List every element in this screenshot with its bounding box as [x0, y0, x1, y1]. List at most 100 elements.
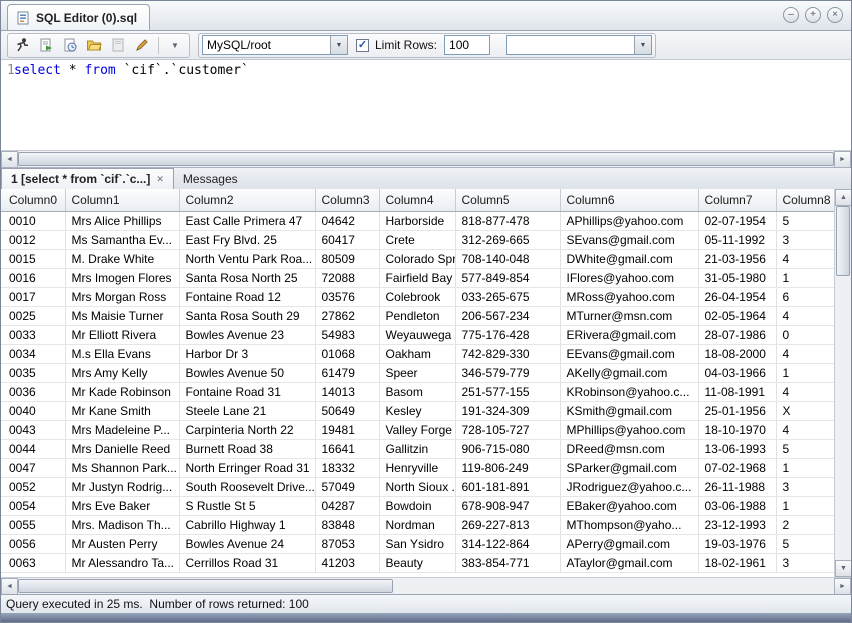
table-cell[interactable]: North Sioux ... — [379, 477, 455, 496]
table-cell[interactable]: 18-02-1961 — [698, 553, 776, 572]
table-cell[interactable]: 57049 — [315, 477, 379, 496]
table-cell[interactable]: Mrs Danielle Reed — [65, 439, 179, 458]
table-cell[interactable]: 577-849-854 — [455, 268, 560, 287]
table-cell[interactable]: 3 — [776, 553, 834, 572]
table-cell[interactable]: APhillips@yahoo.com — [560, 211, 698, 230]
table-cell[interactable]: Mr Elliott Rivera — [65, 325, 179, 344]
table-cell[interactable]: 72088 — [315, 268, 379, 287]
table-cell[interactable]: Mrs. Madison Th... — [65, 515, 179, 534]
column-header[interactable]: Column1 — [65, 189, 179, 211]
results-vertical-scrollbar[interactable]: ▲ ▼ — [834, 189, 851, 577]
table-cell[interactable]: 4 — [776, 344, 834, 363]
table-cell[interactable]: Burnett Road 38 — [179, 439, 315, 458]
table-cell[interactable]: 0 — [776, 325, 834, 344]
table-row[interactable]: 0033Mr Elliott RiveraBowles Avenue 23549… — [1, 325, 834, 344]
table-cell[interactable]: Mrs Morgan Ross — [65, 287, 179, 306]
table-cell[interactable]: 4 — [776, 249, 834, 268]
table-cell[interactable]: 906-715-080 — [455, 439, 560, 458]
scroll-left-arrow-icon[interactable]: ◄ — [1, 578, 18, 595]
table-cell[interactable]: 19481 — [315, 420, 379, 439]
table-cell[interactable]: M.s Ella Evans — [65, 344, 179, 363]
table-cell[interactable]: 50649 — [315, 401, 379, 420]
table-cell[interactable]: Harborside — [379, 211, 455, 230]
table-cell[interactable]: 87053 — [315, 534, 379, 553]
table-cell[interactable]: Fontaine Road 31 — [179, 382, 315, 401]
table-cell[interactable]: Mr Kade Robinson — [65, 382, 179, 401]
table-cell[interactable]: 033-265-675 — [455, 287, 560, 306]
table-cell[interactable]: Bowdoin — [379, 496, 455, 515]
table-cell[interactable]: KRobinson@yahoo.c... — [560, 382, 698, 401]
table-cell[interactable]: 0016 — [1, 268, 65, 287]
table-cell[interactable]: 54983 — [315, 325, 379, 344]
table-cell[interactable]: Santa Rosa North 25 — [179, 268, 315, 287]
table-cell[interactable]: 1 — [776, 268, 834, 287]
table-row[interactable]: 0015M. Drake WhiteNorth Ventu Park Roa..… — [1, 249, 834, 268]
table-cell[interactable]: 383-854-771 — [455, 553, 560, 572]
table-cell[interactable]: 269-227-813 — [455, 515, 560, 534]
table-cell[interactable]: 0063 — [1, 553, 65, 572]
table-cell[interactable]: 206-567-234 — [455, 306, 560, 325]
table-row[interactable]: 0016Mrs Imogen FloresSanta Rosa North 25… — [1, 268, 834, 287]
table-cell[interactable]: DReed@msn.com — [560, 439, 698, 458]
table-cell[interactable]: EBaker@yahoo.com — [560, 496, 698, 515]
table-cell[interactable]: Henryville — [379, 458, 455, 477]
column-header[interactable]: Column0 — [1, 189, 65, 211]
results-hscroll-track[interactable] — [18, 578, 834, 594]
table-cell[interactable]: 1 — [776, 458, 834, 477]
table-cell[interactable]: 0043 — [1, 420, 65, 439]
table-row[interactable]: 0052Mr Justyn Rodrig...South Roosevelt D… — [1, 477, 834, 496]
close-button[interactable]: × — [827, 7, 843, 23]
table-cell[interactable]: 11-08-1991 — [698, 382, 776, 401]
table-cell[interactable]: Kesley — [379, 401, 455, 420]
table-cell[interactable]: Pendleton — [379, 306, 455, 325]
table-cell[interactable]: SEvans@gmail.com — [560, 230, 698, 249]
table-cell[interactable]: 14013 — [315, 382, 379, 401]
table-cell[interactable]: Valley Forge — [379, 420, 455, 439]
table-cell[interactable]: 02-07-1954 — [698, 211, 776, 230]
secondary-select[interactable]: ▼ — [506, 35, 652, 55]
table-cell[interactable]: 1 — [776, 496, 834, 515]
table-cell[interactable]: 04287 — [315, 496, 379, 515]
table-cell[interactable]: DWhite@gmail.com — [560, 249, 698, 268]
table-cell[interactable]: Colorado Spri... — [379, 249, 455, 268]
minimize-button[interactable]: – — [783, 7, 799, 23]
table-cell[interactable]: Mrs Madeleine P... — [65, 420, 179, 439]
table-cell[interactable]: 1 — [776, 363, 834, 382]
secondary-dropdown-arrow-icon[interactable]: ▼ — [634, 36, 651, 54]
table-cell[interactable]: 5 — [776, 211, 834, 230]
open-file-button[interactable] — [83, 35, 105, 56]
table-cell[interactable]: 31-05-1980 — [698, 268, 776, 287]
column-header[interactable]: Column3 — [315, 189, 379, 211]
table-cell[interactable]: ERivera@gmail.com — [560, 325, 698, 344]
table-cell[interactable]: 818-877-478 — [455, 211, 560, 230]
table-cell[interactable]: Mrs Alice Phillips — [65, 211, 179, 230]
table-row[interactable]: 0035Mrs Amy KellyBowles Avenue 5061479Sp… — [1, 363, 834, 382]
maximize-button[interactable]: + — [805, 7, 821, 23]
tab-result-1[interactable]: 1 [select * from `cif`.`c...] ✕ — [1, 168, 174, 189]
table-cell[interactable]: 4 — [776, 306, 834, 325]
table-cell[interactable]: 19-03-1976 — [698, 534, 776, 553]
editor-hscroll-thumb[interactable] — [18, 152, 834, 166]
table-cell[interactable]: 312-269-665 — [455, 230, 560, 249]
table-cell[interactable]: APerry@gmail.com — [560, 534, 698, 553]
table-cell[interactable]: Mrs Amy Kelly — [65, 363, 179, 382]
table-cell[interactable]: MPhillips@yahoo.com — [560, 420, 698, 439]
table-cell[interactable]: South Roosevelt Drive... — [179, 477, 315, 496]
table-row[interactable]: 0056Mr Austen PerryBowles Avenue 2487053… — [1, 534, 834, 553]
table-cell[interactable]: Mrs Eve Baker — [65, 496, 179, 515]
table-cell[interactable]: Crete — [379, 230, 455, 249]
scroll-left-arrow-icon[interactable]: ◄ — [1, 151, 18, 168]
table-cell[interactable]: Basom — [379, 382, 455, 401]
table-cell[interactable]: Cerrillos Road 31 — [179, 553, 315, 572]
table-cell[interactable]: 119-806-249 — [455, 458, 560, 477]
scroll-up-arrow-icon[interactable]: ▲ — [835, 189, 851, 206]
edit-button[interactable] — [131, 35, 153, 56]
column-header[interactable]: Column7 — [698, 189, 776, 211]
table-cell[interactable]: 13-06-1993 — [698, 439, 776, 458]
table-cell[interactable]: Ms Maisie Turner — [65, 306, 179, 325]
table-cell[interactable]: 314-122-864 — [455, 534, 560, 553]
table-cell[interactable]: Gallitzin — [379, 439, 455, 458]
table-cell[interactable]: 5 — [776, 439, 834, 458]
table-cell[interactable]: 61479 — [315, 363, 379, 382]
table-cell[interactable]: SParker@gmail.com — [560, 458, 698, 477]
